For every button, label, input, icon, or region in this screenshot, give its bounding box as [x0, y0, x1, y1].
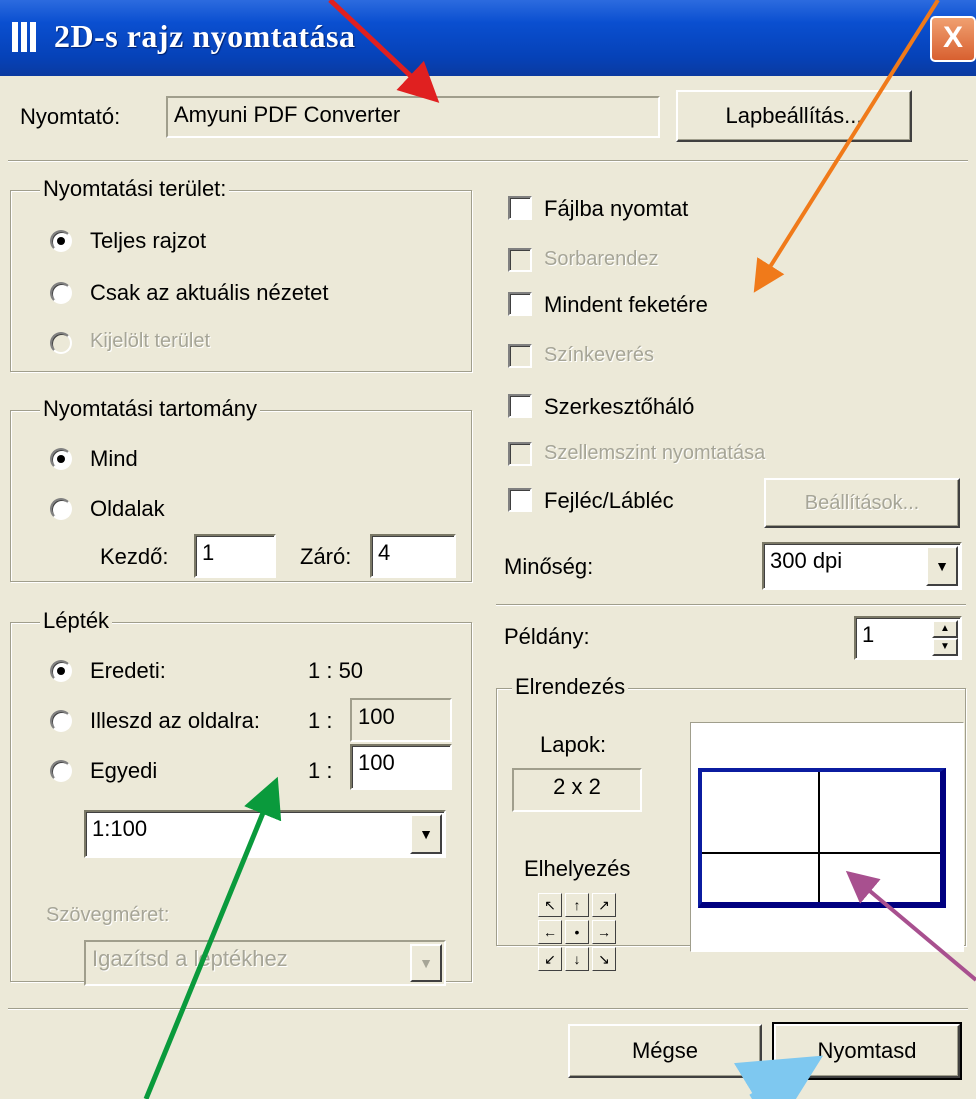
scale-custom-label[interactable]: Egyedi	[90, 758, 157, 784]
sheets-label: Lapok:	[540, 732, 607, 757]
page-setup-button[interactable]: Lapbeállítás...	[676, 90, 912, 142]
print-range-legend: Nyomtatási tartomány	[40, 396, 260, 422]
radio-full-drawing[interactable]	[50, 230, 72, 252]
align-left-icon[interactable]: ←	[538, 920, 562, 944]
align-right-icon[interactable]: →	[592, 920, 616, 944]
radio-page-range-label[interactable]: Oldalak	[90, 496, 165, 522]
copies-label: Példány:	[504, 624, 590, 649]
to-page-label: Záró:	[300, 544, 352, 569]
chevron-down-icon: ▼	[410, 944, 442, 982]
print-button[interactable]: Nyomtasd	[772, 1022, 962, 1080]
print-area-legend: Nyomtatási terület:	[40, 176, 230, 202]
quality-dropdown-value: 300 dpi	[770, 548, 843, 573]
printer-label: Nyomtató:	[20, 104, 121, 129]
align-top-right-icon[interactable]: ↗	[592, 893, 616, 917]
from-page-label: Kezdő:	[100, 544, 169, 569]
checkbox-color-mix	[508, 344, 532, 368]
radio-page-range[interactable]	[50, 498, 72, 520]
scale-group	[10, 622, 472, 982]
align-bottom-left-icon[interactable]: ↙	[538, 947, 562, 971]
scale-custom-prefix: 1 :	[308, 758, 333, 783]
radio-current-view[interactable]	[50, 282, 72, 304]
app-icon	[12, 22, 40, 52]
sheet-divider-vertical	[818, 772, 820, 902]
scale-dropdown-value: 1:100	[92, 816, 148, 841]
header-footer-label[interactable]: Fejléc/Lábléc	[544, 488, 674, 514]
align-top-icon[interactable]: ↑	[565, 893, 589, 917]
printer-name-field: Amyuni PDF Converter	[166, 96, 660, 138]
scale-legend: Lépték	[40, 608, 113, 634]
checkbox-all-black[interactable]	[508, 292, 532, 316]
radio-selected-area	[50, 332, 72, 354]
checkbox-ghost-story	[508, 442, 532, 466]
radio-all-pages[interactable]	[50, 448, 72, 470]
checkbox-edit-grid[interactable]	[508, 394, 532, 418]
checkbox-collate	[508, 248, 532, 272]
print-dialog: 2D-s rajz nyomtatása X Nyomtató: Amyuni …	[0, 0, 976, 1099]
collate-label: Sorbarendez	[544, 248, 659, 270]
scale-fit-value: 100	[350, 698, 452, 742]
radio-scale-fit[interactable]	[50, 710, 72, 732]
align-bottom-icon[interactable]: ↓	[565, 947, 589, 971]
align-center-icon[interactable]: •	[565, 920, 589, 944]
radio-current-view-label[interactable]: Csak az aktuális nézetet	[90, 280, 328, 306]
ghost-story-label: Szellemszint nyomtatása	[544, 442, 766, 464]
separator	[496, 604, 966, 606]
chevron-down-icon[interactable]: ▼	[926, 546, 958, 586]
scale-fit-prefix: 1 :	[308, 708, 333, 733]
sheet-divider-horizontal	[702, 852, 940, 854]
checkbox-header-footer[interactable]	[508, 488, 532, 512]
placement-label: Elhelyezés	[524, 856, 631, 881]
from-page-input[interactable]: 1	[194, 534, 276, 578]
spin-up-icon[interactable]: ▲	[932, 620, 958, 638]
scale-fit-label[interactable]: Illeszd az oldalra:	[90, 708, 260, 734]
separator	[8, 160, 968, 162]
radio-scale-custom[interactable]	[50, 760, 72, 782]
sheets-value: 2 x 2	[512, 768, 642, 812]
scale-custom-input[interactable]: 100	[350, 744, 452, 790]
radio-scale-original[interactable]	[50, 660, 72, 682]
align-top-left-icon[interactable]: ↖	[538, 893, 562, 917]
text-size-label: Szövegméret:	[46, 904, 170, 926]
to-page-input[interactable]: 4	[370, 534, 456, 578]
color-mix-label: Színkeverés	[544, 344, 655, 366]
radio-full-drawing-label[interactable]: Teljes rajzot	[90, 228, 206, 254]
chevron-down-icon[interactable]: ▼	[410, 814, 442, 854]
text-size-dropdown: Igazítsd a léptékhez	[84, 940, 446, 986]
window-title: 2D-s rajz nyomtatása	[54, 18, 356, 54]
checkbox-print-to-file[interactable]	[508, 196, 532, 220]
scale-dropdown[interactable]: 1:100	[84, 810, 446, 858]
scale-original-value: 1 : 50	[308, 658, 364, 683]
quality-label: Minőség:	[504, 554, 594, 579]
text-size-dropdown-value: Igazítsd a léptékhez	[92, 946, 288, 971]
radio-selected-area-label: Kijelölt terület	[90, 330, 211, 352]
spin-down-icon[interactable]: ▼	[932, 638, 958, 656]
all-black-label[interactable]: Mindent feketére	[544, 292, 708, 318]
cancel-button[interactable]: Mégse	[568, 1024, 762, 1078]
title-bar: 2D-s rajz nyomtatása X	[0, 0, 976, 76]
layout-legend: Elrendezés	[512, 674, 629, 700]
edit-grid-label[interactable]: Szerkesztőháló	[544, 394, 694, 420]
header-footer-settings-button: Beállítások...	[764, 478, 960, 528]
print-to-file-label[interactable]: Fájlba nyomtat	[544, 196, 688, 222]
scale-original-label[interactable]: Eredeti:	[90, 658, 166, 684]
preview-sheet	[698, 768, 946, 908]
radio-all-pages-label[interactable]: Mind	[90, 446, 138, 472]
align-bottom-right-icon[interactable]: ↘	[592, 947, 616, 971]
close-icon[interactable]: X	[930, 16, 976, 62]
separator	[8, 1008, 968, 1010]
placement-grid: ↖ ↑ ↗ ← • → ↙ ↓ ↘	[538, 893, 616, 971]
